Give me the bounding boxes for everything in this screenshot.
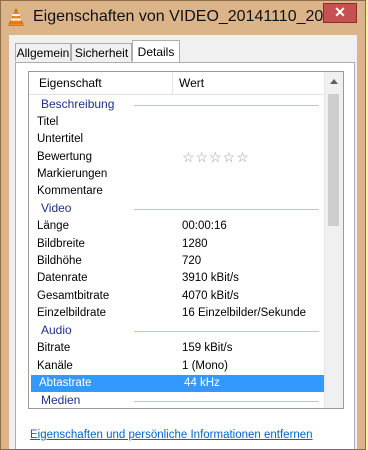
tab-allgemein[interactable]: Allgemein xyxy=(15,43,71,61)
property-row-markierungen[interactable]: Markierungen xyxy=(29,166,325,183)
window-title: Eigenschaften von VIDEO_20141110_203320.… xyxy=(33,8,329,25)
scroll-up-arrow-icon[interactable] xyxy=(330,79,338,84)
property-row-laenge[interactable]: Länge 00:00:16 xyxy=(29,218,325,235)
property-row-bildhoehe[interactable]: Bildhöhe 720 xyxy=(29,253,325,270)
property-row-abtastrate[interactable]: Abtastrate 44 kHz xyxy=(31,374,325,393)
scroll-thumb[interactable] xyxy=(328,94,339,226)
vlc-cone-icon xyxy=(8,8,24,26)
property-row-kommentare[interactable]: Kommentare xyxy=(29,183,325,200)
property-row-untertitel[interactable]: Untertitel xyxy=(29,131,325,148)
group-header-medien: Medien xyxy=(29,392,325,408)
list-header: Eigenschaft Wert xyxy=(29,72,325,95)
title-bar[interactable]: Eigenschaften von VIDEO_20141110_203320.… xyxy=(1,1,365,35)
property-row-kanaele[interactable]: Kanäle 1 (Mono) xyxy=(29,358,325,375)
property-row-einzelbildrate[interactable]: Einzelbildrate 16 Einzelbilder/Sekunde xyxy=(29,305,325,322)
group-header-audio: Audio xyxy=(29,322,325,340)
close-button[interactable]: ✕ xyxy=(323,3,357,23)
dialog-body: Allgemein Sicherheit Details Eigenschaft… xyxy=(9,35,357,449)
vertical-scrollbar[interactable] xyxy=(324,72,343,408)
details-panel: Eigenschaft Wert Beschreibung Titel Unte… xyxy=(15,62,355,449)
property-row-bewertung[interactable]: Bewertung ☆☆☆☆☆ xyxy=(29,149,325,166)
column-header-property[interactable]: Eigenschaft xyxy=(39,76,102,90)
rating-stars[interactable]: ☆☆☆☆☆ xyxy=(182,149,250,166)
property-row-datenrate[interactable]: Datenrate 3910 kBit/s xyxy=(29,270,325,287)
list-rows: Beschreibung Titel Untertitel Bewertung ☆… xyxy=(29,96,325,408)
property-row-bitrate[interactable]: Bitrate 159 kBit/s xyxy=(29,340,325,357)
remove-properties-link[interactable]: Eigenschaften und persönliche Informatio… xyxy=(30,429,313,441)
tab-details[interactable]: Details xyxy=(132,40,180,62)
property-row-bildbreite[interactable]: Bildbreite 1280 xyxy=(29,236,325,253)
properties-window: Eigenschaften von VIDEO_20141110_203320.… xyxy=(0,0,366,450)
column-separator[interactable] xyxy=(172,72,173,94)
group-header-video: Video xyxy=(29,200,325,218)
property-row-gesamtbitrate[interactable]: Gesamtbitrate 4070 kBit/s xyxy=(29,288,325,305)
tab-sicherheit[interactable]: Sicherheit xyxy=(71,43,132,61)
column-header-value[interactable]: Wert xyxy=(179,76,204,90)
property-row-titel[interactable]: Titel xyxy=(29,114,325,131)
properties-list[interactable]: Eigenschaft Wert Beschreibung Titel Unte… xyxy=(28,71,344,409)
group-header-beschreibung: Beschreibung xyxy=(29,96,325,114)
